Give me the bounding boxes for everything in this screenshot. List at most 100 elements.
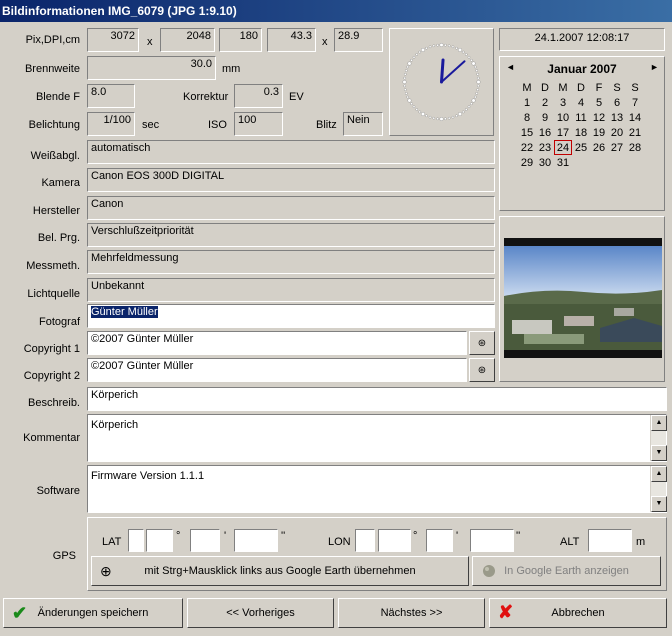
cancel-button[interactable]: ✘ Abbrechen — [489, 598, 667, 628]
calendar-day[interactable]: 20 — [608, 125, 626, 140]
alt-input[interactable] — [588, 529, 632, 552]
blende-field[interactable]: 8.0 — [87, 84, 135, 108]
hersteller-field[interactable]: Canon — [87, 196, 495, 220]
scroll-down-icon[interactable]: ▼ — [651, 445, 667, 461]
copyright2-input[interactable]: ©2007 Günter Müller — [87, 358, 467, 382]
calendar-day[interactable]: 25 — [572, 140, 590, 155]
previous-button[interactable]: << Vorheriges — [187, 598, 334, 628]
save-button[interactable]: ✔ Änderungen speichern — [3, 598, 183, 628]
calendar-day[interactable]: 29 — [518, 155, 536, 170]
calendar-day[interactable]: 17 — [554, 125, 572, 140]
calendar-day[interactable]: 1 — [518, 95, 536, 110]
clock-tick — [455, 46, 458, 50]
copyright1-input[interactable]: ©2007 Günter Müller — [87, 331, 467, 355]
next-button[interactable]: Nächstes >> — [338, 598, 485, 628]
weekday-header: D — [541, 81, 549, 94]
label-ev: EV — [289, 91, 304, 103]
belprg-field[interactable]: Verschlußzeitpriorität — [87, 223, 495, 247]
lat-min-input[interactable] — [190, 529, 220, 552]
calendar-day[interactable]: 28 — [626, 140, 644, 155]
scroll-down-icon[interactable]: ▼ — [651, 496, 667, 512]
lichtquelle-field[interactable]: Unbekannt — [87, 278, 495, 302]
calendar-day[interactable]: 24 — [554, 140, 572, 155]
calendar-day[interactable]: 2 — [536, 95, 554, 110]
fotograf-input[interactable]: Günter Müller — [87, 304, 495, 328]
copyright2-insert-button[interactable]: ⊛ — [469, 358, 495, 382]
software-textarea[interactable]: Firmware Version 1.1.1 — [87, 465, 667, 513]
calendar-day[interactable]: 15 — [518, 125, 536, 140]
calendar-day[interactable]: 13 — [608, 110, 626, 125]
lat-sec-input[interactable] — [234, 529, 278, 552]
lon-deg-input[interactable] — [378, 529, 411, 552]
clock-hour-hand — [440, 58, 445, 84]
software-scrollbar[interactable]: ▲ ▼ — [650, 466, 667, 512]
label-copyright2: Copyright 2 — [23, 370, 80, 382]
belichtung-field[interactable]: 1/100 — [87, 112, 135, 136]
calendar-day[interactable]: 18 — [572, 125, 590, 140]
clock-tick — [436, 43, 439, 47]
cm-height-field[interactable]: 28.9 — [334, 28, 383, 52]
label-copyright1: Copyright 1 — [23, 343, 80, 355]
calendar-day[interactable]: 12 — [590, 110, 608, 125]
lon-deg-sym: ° — [413, 530, 418, 542]
kommentar-textarea[interactable]: Körperich — [87, 414, 667, 462]
next-button-label: Nächstes >> — [380, 607, 443, 619]
google-earth-take-button[interactable]: ⊕ mit Strg+Mausklick links aus Google Ea… — [91, 556, 469, 586]
calendar-day[interactable]: 3 — [554, 95, 572, 110]
cm-width-field[interactable]: 43.3 — [267, 28, 316, 52]
lat-sign-input[interactable] — [128, 529, 144, 552]
scroll-up-icon[interactable]: ▲ — [651, 466, 667, 482]
calendar-day[interactable]: 21 — [626, 125, 644, 140]
dpi-field[interactable]: 180 — [219, 28, 262, 52]
calendar-day[interactable]: 7 — [626, 95, 644, 110]
messmeth-field[interactable]: Mehrfeldmessung — [87, 250, 495, 274]
weissabgl-field[interactable]: automatisch — [87, 140, 495, 164]
korrektur-field[interactable]: 0.3 — [234, 84, 283, 108]
calendar-day[interactable]: 11 — [572, 110, 590, 125]
lon-min-input[interactable] — [426, 529, 453, 552]
lon-sec-input[interactable] — [470, 529, 514, 552]
calendar-day[interactable]: 10 — [554, 110, 572, 125]
calendar-day[interactable]: 16 — [536, 125, 554, 140]
calendar-day[interactable]: 30 — [536, 155, 554, 170]
height-field[interactable]: 2048 — [160, 28, 215, 52]
calendar-day[interactable]: 27 — [608, 140, 626, 155]
width-field[interactable]: 3072 — [87, 28, 139, 52]
gps-lat-label: LAT — [102, 536, 122, 548]
calendar-day[interactable]: 8 — [518, 110, 536, 125]
close-icon: ✘ — [498, 602, 514, 622]
scroll-up-icon[interactable]: ▲ — [651, 415, 667, 431]
lat-deg-input[interactable] — [146, 529, 173, 552]
clock-tick — [407, 98, 412, 103]
calendar-day[interactable]: 19 — [590, 125, 608, 140]
blitz-field[interactable]: Nein — [343, 112, 383, 136]
calendar-day[interactable]: 26 — [590, 140, 608, 155]
calendar-day[interactable]: 9 — [536, 110, 554, 125]
label-blende: Blende F — [35, 91, 80, 103]
calendar-panel: ◄ Januar 2007 ► MDMDFSS 1 2 3 4 5 6 7 8 9 10 11 12 1… — [499, 56, 665, 211]
lon-sign-input[interactable] — [355, 529, 375, 552]
kamera-field[interactable]: Canon EOS 300D DIGITAL — [87, 168, 495, 192]
label-mm: mm — [222, 63, 241, 75]
brennweite-field[interactable]: 30.0 — [87, 56, 216, 80]
title-bar[interactable]: Bildinformationen IMG_6079 (JPG 1:9.10) — [0, 0, 672, 22]
clock-tick — [439, 116, 444, 121]
calendar-day[interactable]: 23 — [536, 140, 554, 155]
datetime-field[interactable]: 24.1.2007 12:08:17 — [499, 28, 665, 51]
google-earth-show-button[interactable]: In Google Earth anzeigen — [472, 556, 661, 586]
calendar-day[interactable]: 6 — [608, 95, 626, 110]
calendar-day[interactable]: 14 — [626, 110, 644, 125]
label-kamera: Kamera — [41, 177, 80, 189]
calendar-day[interactable]: 31 — [554, 155, 572, 170]
weekday-header: D — [577, 81, 585, 94]
copyright1-insert-button[interactable]: ⊛ — [469, 331, 495, 355]
iso-field[interactable]: 100 — [234, 112, 283, 136]
calendar-day[interactable]: 5 — [590, 95, 608, 110]
beschreib-input[interactable]: Körperich — [87, 387, 667, 411]
kommentar-scrollbar[interactable]: ▲ ▼ — [650, 415, 667, 461]
calendar-next-button[interactable]: ► — [650, 62, 659, 72]
calendar-day[interactable]: 4 — [572, 95, 590, 110]
analog-clock-icon — [402, 42, 481, 121]
calendar-day[interactable]: 22 — [518, 140, 536, 155]
clock-tick — [476, 80, 481, 85]
